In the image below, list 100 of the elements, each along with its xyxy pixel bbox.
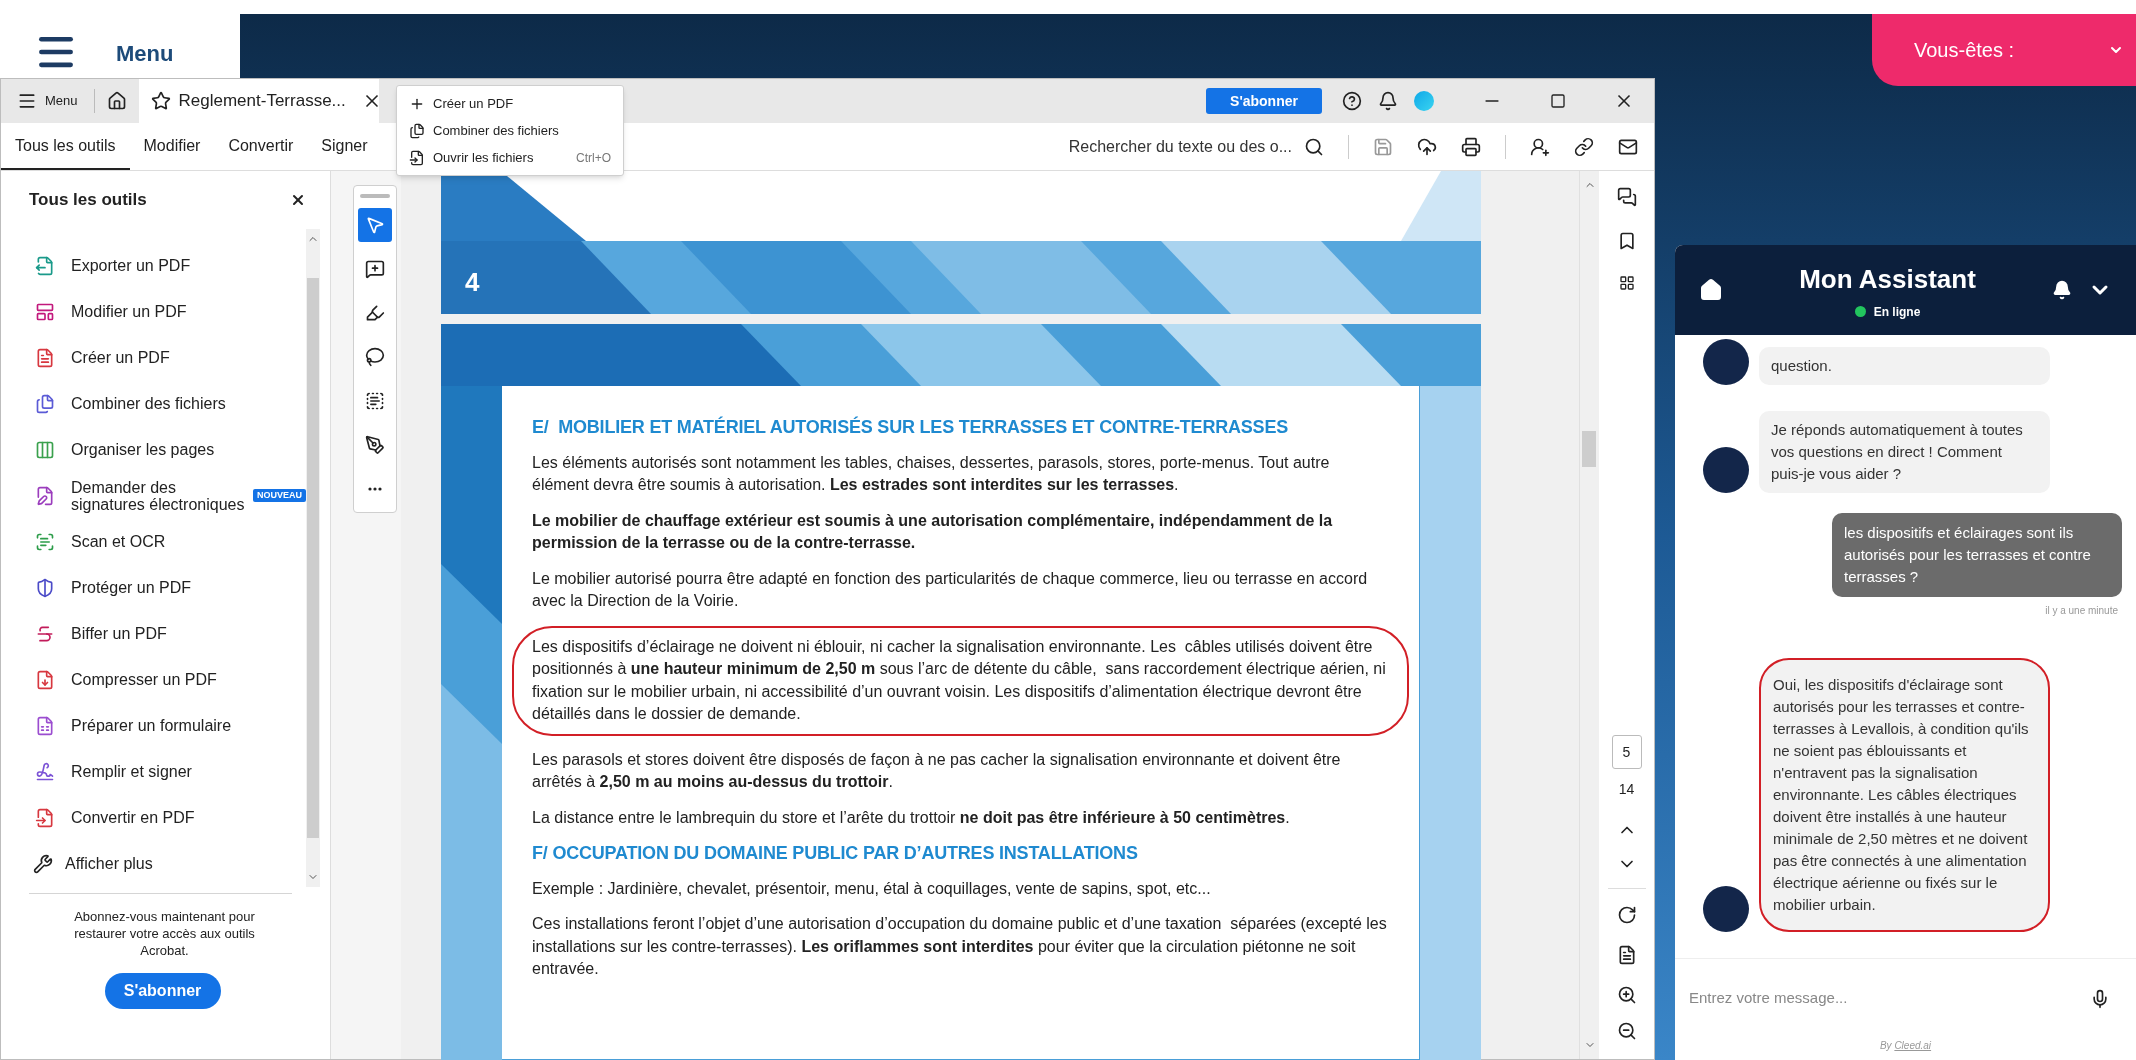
print-icon[interactable] — [1461, 136, 1481, 157]
user-plus-icon[interactable] — [1530, 136, 1550, 157]
home-icon — [106, 91, 127, 111]
tab-title: Reglement-Terrasse... — [178, 90, 346, 113]
tool-item[interactable]: Compresser un PDF — [29, 656, 306, 703]
cloud-upload-icon[interactable] — [1417, 136, 1437, 157]
maximize-icon[interactable] — [1550, 93, 1566, 109]
tool-item[interactable]: Convertir en PDF — [29, 794, 306, 841]
tool-item[interactable]: Organiser les pages — [29, 426, 306, 473]
file-arrow-icon — [409, 149, 425, 166]
document-tab[interactable]: Reglement-Terrasse... — [138, 79, 379, 123]
body-paragraph: La distance entre le lambrequin du store et l’arête du trottoir ne doit pas être inférieure à 50 centimètres. — [532, 807, 1291, 828]
wrench-icon — [33, 853, 53, 874]
new-badge: NOUVEAU — [253, 489, 306, 502]
body-paragraph: Exemple : Jardinière, chevalet, présentoir, menu, étal à coquillages, vente de sapins, spot, etc... — [532, 878, 1212, 899]
audience-select[interactable]: Vous-êtes : — [1872, 14, 2136, 86]
subscribe-button[interactable]: S'abonner — [1206, 88, 1322, 114]
body-paragraph: Les dispositifs d’éclairage ne doivent ni éblouir, ni cacher la signalisation environnante. Les câbles utilisés doivent être positionnés à une hauteur minimum de 2,50 m sous l’arc de détente du câble, sans raccordement électrique aérien, ni fixation sur le mobilier urbain, ni accessibilité d’un ouvrant voisin. Les dispositifs d’alimentation électrique devront être détaillés dans le dossier de demande. — [512, 625, 1409, 736]
toolbar-tab[interactable]: Convertir — [214, 123, 308, 170]
tool-label: Protéger un PDF — [71, 579, 192, 596]
tool-item[interactable]: Scan et OCR — [29, 518, 306, 565]
bell-icon[interactable] — [2052, 280, 2072, 300]
scrollbar[interactable] — [306, 228, 320, 887]
tool-item[interactable]: Protéger un PDF — [29, 564, 306, 611]
link-icon[interactable] — [1574, 136, 1594, 157]
bell-icon[interactable] — [1378, 91, 1398, 111]
panel-title: Tous les outils — [29, 189, 147, 211]
tool-label: Convertir en PDF — [71, 809, 195, 826]
user-message: les dispositifs et éclairages sont ils autorisés pour les terrasses et contre terrasses ? — [1832, 513, 2122, 597]
status-text: En ligne — [1873, 303, 1921, 321]
tool-label: Créer un PDF — [71, 349, 170, 366]
tool-item[interactable]: Préparer un formulaire — [29, 702, 306, 749]
dropdown-item-label: Créer un PDF — [433, 94, 514, 113]
menu-icon — [17, 91, 37, 111]
scrollbar-thumb[interactable] — [1582, 431, 1596, 467]
tool-label: Demander des signatures électroniques — [71, 478, 245, 513]
body-paragraph: Les parasols et stores doivent être disposés de façon à ne pas cacher la signalisation environnante et doivent être arrêtés à 2,50 m au moins au-dessus du trottoir. — [532, 749, 1342, 792]
shortcut-text: Ctrl+O — [576, 149, 611, 167]
tool-label: Organiser les pages — [71, 441, 215, 458]
tool-label: Exporter un PDF — [71, 257, 191, 274]
tool-item[interactable]: Biffer un PDF — [29, 610, 306, 657]
body-paragraph: Ces installations feront l’objet d’une autorisation d’occupation du domaine public et d’une taxation séparées (excepté les installations sur les contre-terrasses). Les oriflammes sont interdites pour éviter que la circulation piétonne ne soit entravée. — [532, 914, 1388, 979]
save-icon[interactable] — [1373, 136, 1393, 157]
tool-label: Afficher plus — [65, 853, 153, 874]
comments-icon[interactable] — [1616, 187, 1637, 207]
site-menu-label[interactable]: Menu — [116, 37, 174, 74]
scrollbar[interactable] — [1579, 171, 1599, 1059]
highlighter-icon — [365, 303, 385, 323]
tool-item[interactable]: Créer un PDF — [29, 334, 306, 381]
page-input[interactable]: 5 — [1611, 735, 1642, 769]
tool-item[interactable]: Remplir et signer — [29, 748, 306, 795]
tool-label: Préparer un formulaire — [71, 717, 232, 734]
chat-title: Mon Assistant — [1799, 262, 1976, 296]
tool-label: Remplir et signer — [71, 763, 192, 780]
home-icon[interactable] — [1699, 278, 1723, 302]
promo-text: Abonnez-vous maintenant pour restaurer votre accès aux outils Acrobat. — [73, 907, 256, 959]
tool-item[interactable]: Modifier un PDF — [29, 288, 306, 335]
rotate-icon[interactable] — [1616, 905, 1637, 925]
bot-message: Je réponds automatiquement à toutes vos questions en direct ! Comment puis-je vous aider ? — [1759, 411, 2050, 493]
pointer-icon — [365, 215, 385, 235]
page-number: 4 — [465, 266, 480, 299]
body-paragraph: Le mobilier autorisé pourra être adapté en fonction des particularités de chaque commerce, lieu ou terrasse en accord avec la Direction de la Voirie. — [532, 568, 1369, 611]
message-input[interactable]: Entrez votre message... — [1689, 987, 2090, 1010]
tool-label: Biffer un PDF — [71, 625, 167, 642]
page-total: 14 — [1618, 780, 1635, 799]
body-paragraph: Les éléments autorisés sont notamment les tables, chaises, dessertes, parasols, stores, porte-menus. Tout autre élément devra être soumis à autorisation. Les estrades sont interdites sur les terrasses. — [532, 452, 1331, 495]
toolbar-tab[interactable]: Modifier — [129, 123, 215, 170]
app-menu-button[interactable]: Menu — [1, 79, 94, 123]
microphone-icon[interactable] — [2090, 988, 2110, 1009]
bot-avatar — [1703, 886, 1749, 932]
section-heading: F/ OCCUPATION DU DOMAINE PUBLIC PAR D’AUTRES INSTALLATIONS — [532, 842, 1139, 865]
subscribe-button[interactable]: S'abonner — [104, 972, 221, 1009]
lasso-icon — [365, 347, 385, 367]
tool-item[interactable]: Afficher plus — [29, 840, 306, 887]
toolbar-tab[interactable]: Signer — [307, 123, 382, 170]
star-icon[interactable] — [150, 91, 171, 111]
zoom-in-icon[interactable] — [1616, 985, 1637, 1005]
comment-plus-icon — [365, 259, 385, 279]
dropdown-item[interactable]: Créer un PDF — [397, 90, 623, 117]
dropdown-item[interactable]: Ouvrir les fichiers Ctrl+O — [397, 144, 623, 171]
tool-label: Compresser un PDF — [71, 671, 217, 688]
tool-item[interactable]: Exporter un PDF — [29, 242, 306, 289]
bot-avatar — [1703, 339, 1749, 385]
scrollbar-thumb[interactable] — [307, 277, 319, 838]
tool-item[interactable]: Combiner des fichiers — [29, 380, 306, 427]
more-icon — [368, 487, 382, 491]
section-heading: E/ MOBILIER ET MATÉRIEL AUTORISÉS SUR LES TERRASSES ET CONTRE-TERRASSES — [532, 416, 1289, 439]
search-field[interactable]: Rechercher du texte ou des o... — [1068, 134, 1292, 159]
body-paragraph: Le mobilier de chauffage extérieur est soumis à une autorisation complémentaire, indépendamment de la permission de la terrasse ou de la contre-terrasse. — [532, 510, 1334, 553]
grid-icon[interactable] — [1618, 275, 1635, 291]
bot-avatar — [1703, 447, 1749, 493]
bot-message: Oui, les dispositifs d'éclairage sont autorisés pour les terrasses et contre-terrasses à Levallois, à condition qu'ils ne soient pas éblouissants et n'entravent pas la signalisation environnante. Les câbles électriques doivent être installés à une hauteur minimale de 2,50 mètres et ne doivent pas être connectés à une alimentation électrique aérienne ou fixés sur le mobilier urbain. — [1759, 658, 2050, 932]
help-icon[interactable] — [1342, 91, 1362, 111]
search-icon[interactable] — [1304, 136, 1324, 157]
tool-label: Scan et OCR — [71, 533, 166, 550]
zoom-out-icon[interactable] — [1616, 1021, 1637, 1041]
powered-by-text: By Cleed.ai — [1879, 1039, 1932, 1053]
dropdown-item-label: Combiner des fichiers — [433, 121, 559, 140]
bot-message: question. — [1759, 347, 2050, 385]
dropdown-item[interactable]: Combiner des fichiers — [397, 117, 623, 144]
